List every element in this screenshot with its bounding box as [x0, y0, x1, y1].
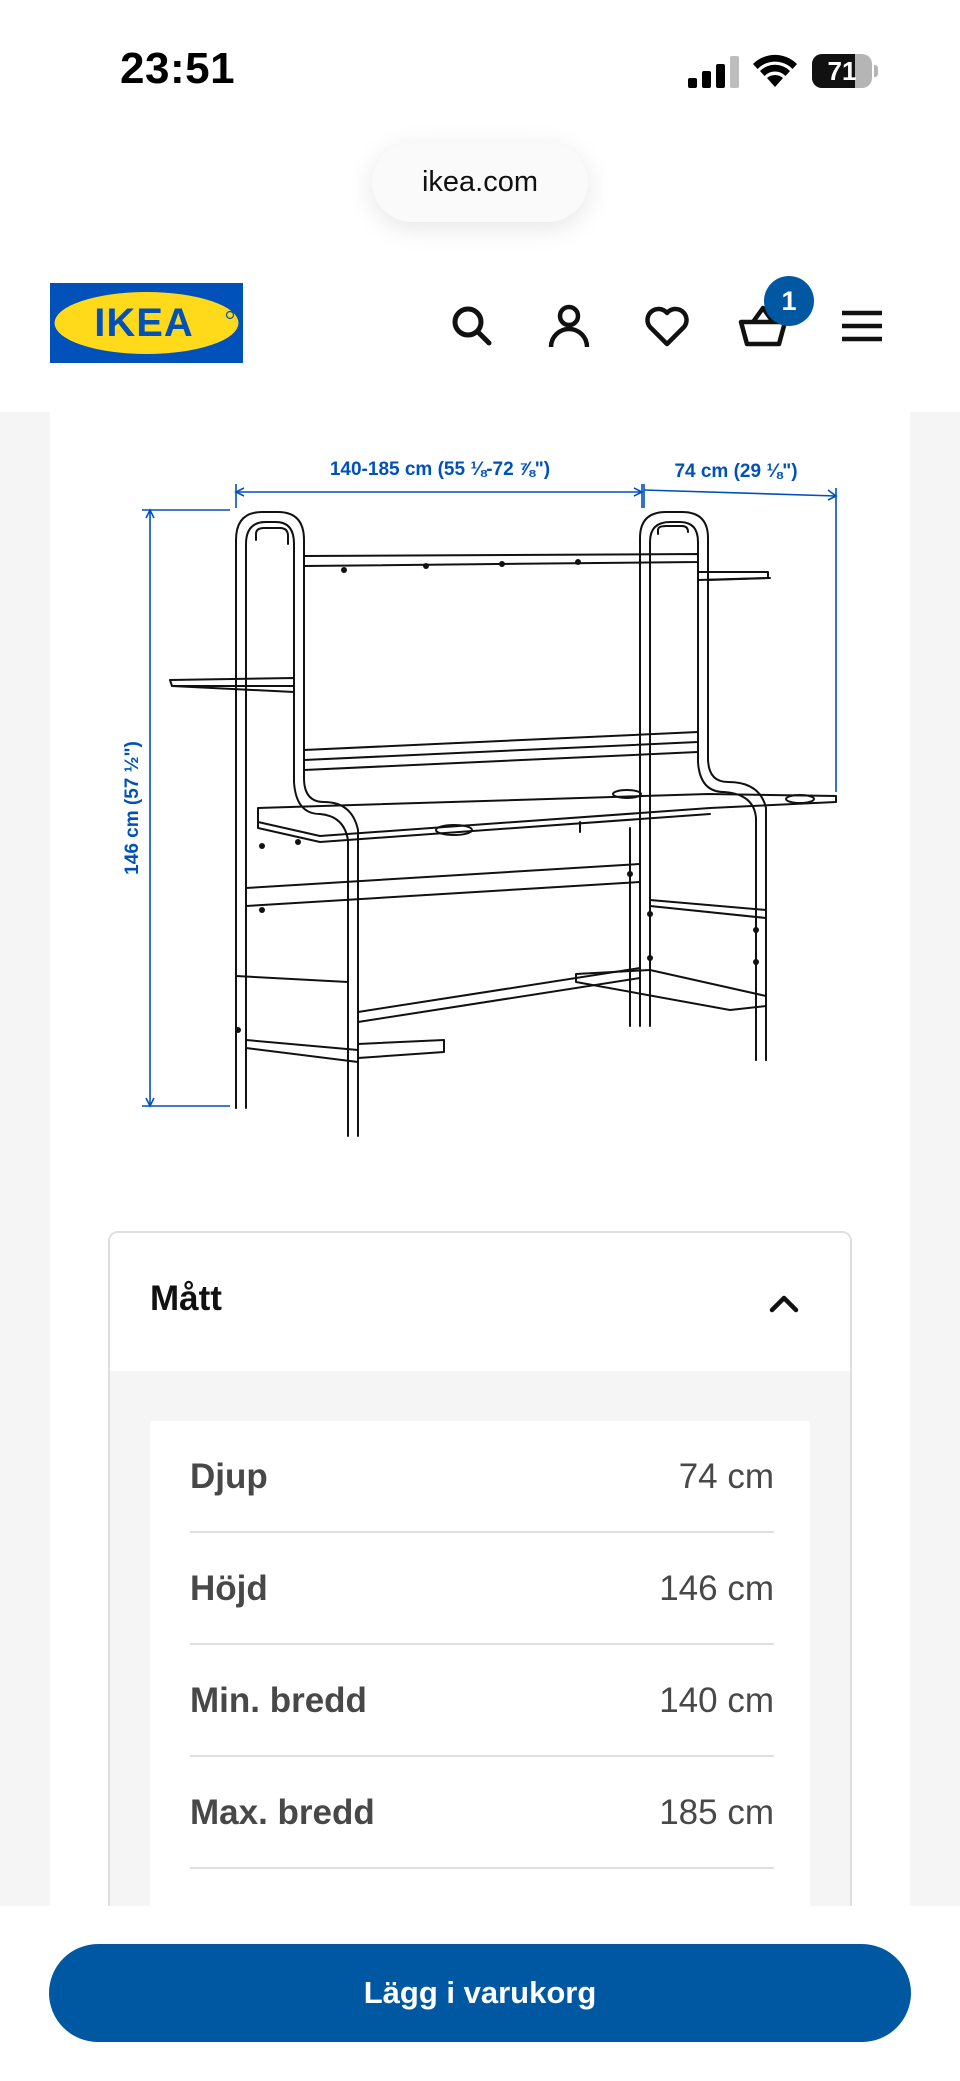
dimension-value: 74 cm [678, 1457, 774, 1496]
logo-text: IKEA [94, 301, 194, 345]
chevron-up-icon[interactable] [766, 1285, 802, 1321]
menu-icon[interactable] [836, 300, 888, 352]
dimension-value: 185 cm [659, 1793, 774, 1832]
wifi-icon [753, 54, 797, 87]
status-time: 23:51 [120, 44, 236, 93]
battery-level: 71 [827, 56, 857, 86]
dimensions-accordion: Mått Djup 74 cm Höjd 146 cm Min. bredd 1… [108, 1231, 852, 1931]
dimension-label: Höjd [190, 1569, 268, 1608]
battery-body: 71 [812, 54, 872, 88]
dimension-label: Djup [190, 1457, 268, 1496]
heart-icon[interactable] [641, 300, 693, 352]
dimension-value: 146 cm [659, 1569, 774, 1608]
profile-icon[interactable] [543, 300, 595, 352]
status-bar: 23:51 71 [0, 0, 960, 140]
search-icon[interactable] [446, 300, 498, 352]
cart-count-badge: 1 [764, 276, 814, 326]
desk-line-art [169, 511, 837, 1137]
dimension-row-max-width: Max. bredd 185 cm [190, 1757, 774, 1869]
dimension-label: Max. bredd [190, 1793, 375, 1832]
battery-indicator: 71 [812, 54, 878, 88]
battery-nub [874, 65, 878, 77]
add-to-cart-button[interactable]: Lägg i varukorg [49, 1944, 911, 2042]
accordion-header[interactable]: Mått [110, 1233, 850, 1371]
address-bar[interactable]: ikea.com [372, 142, 588, 222]
dimension-row-height: Höjd 146 cm [190, 1533, 774, 1645]
height-dimension-label: 146 cm (57 ½") [122, 741, 143, 875]
dimension-label: Min. bredd [190, 1681, 367, 1720]
accordion-body: Djup 74 cm Höjd 146 cm Min. bredd 140 cm… [110, 1371, 850, 1929]
width-dimension-label: 140-185 cm (55 ⅛-72 ⅞") [330, 459, 550, 480]
dimension-row-depth: Djup 74 cm [190, 1421, 774, 1533]
site-header: IKEA [0, 250, 960, 412]
dimension-row-min-width: Min. bredd 140 cm [190, 1645, 774, 1757]
depth-dimension-label: 74 cm (29 ⅛") [674, 461, 797, 482]
dimensions-list: Djup 74 cm Höjd 146 cm Min. bredd 140 cm… [150, 1421, 810, 1929]
ikea-logo[interactable]: IKEA [50, 283, 243, 363]
cellular-signal-icon [688, 56, 739, 88]
accordion-title: Mått [150, 1279, 222, 1318]
product-dimension-drawing: 140-185 cm (55 ⅛-72 ⅞") 74 cm (29 ⅛") 14… [122, 459, 838, 1137]
dimension-value: 140 cm [659, 1681, 774, 1720]
